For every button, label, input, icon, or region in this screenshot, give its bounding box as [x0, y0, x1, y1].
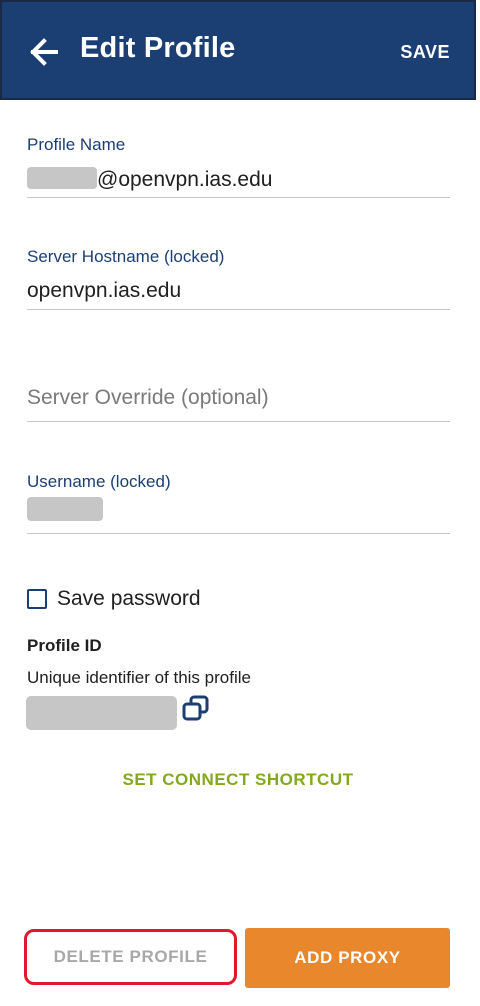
server-hostname-value: openvpn.ias.edu [27, 279, 182, 302]
add-proxy-label: ADD PROXY [294, 948, 401, 967]
server-hostname-field: Server Hostname (locked) openvpn.ias.edu [27, 245, 450, 310]
app-bar: Edit Profile SAVE [0, 0, 476, 100]
redacted-profile-id [26, 696, 177, 730]
redacted-text [27, 167, 97, 189]
server-override-placeholder: Server Override (optional) [27, 386, 269, 409]
edit-profile-screen: Edit Profile SAVE Profile Name @openvpn.… [0, 0, 480, 1006]
page-title: Edit Profile [80, 32, 236, 64]
redacted-username [27, 497, 103, 521]
server-hostname-label: Server Hostname (locked) [27, 247, 225, 266]
copy-icon[interactable] [181, 695, 211, 723]
profile-name-field[interactable]: Profile Name @openvpn.ias.edu [27, 133, 450, 198]
add-proxy-button[interactable]: ADD PROXY [245, 928, 450, 988]
save-password-checkbox[interactable] [27, 589, 47, 609]
profile-name-suffix: @openvpn.ias.edu [97, 168, 273, 191]
profile-name-label: Profile Name [27, 135, 126, 154]
delete-profile-button[interactable]: DELETE PROFILE [24, 929, 237, 985]
profile-name-value: @openvpn.ias.edu [27, 167, 272, 192]
save-password-toggle[interactable]: Save password [27, 586, 201, 612]
save-button[interactable]: SAVE [400, 42, 450, 63]
profile-id-title: Profile ID [27, 636, 102, 655]
username-label: Username (locked) [27, 472, 171, 491]
delete-profile-label: DELETE PROFILE [53, 947, 208, 966]
username-field: Username (locked) [27, 470, 450, 534]
set-connect-shortcut-button[interactable]: SET CONNECT SHORTCUT [0, 770, 476, 790]
profile-id-description: Unique identifier of this profile [27, 668, 251, 687]
save-password-label: Save password [57, 587, 201, 610]
back-arrow-icon[interactable] [26, 34, 62, 70]
server-override-field[interactable]: Server Override (optional) [27, 370, 450, 422]
